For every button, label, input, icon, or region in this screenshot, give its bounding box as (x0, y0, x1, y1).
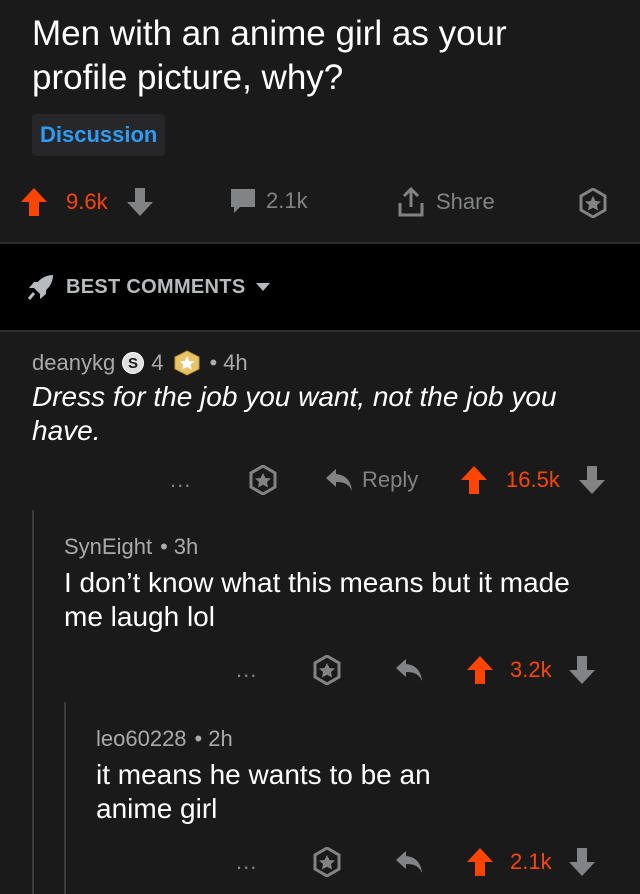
award-icon[interactable] (312, 847, 342, 877)
share-label: Share (436, 189, 495, 214)
upvote-arrow-icon[interactable] (466, 846, 494, 878)
post-action-bar: 9.6k 2.1k Share (0, 180, 640, 228)
comment-time: 3h (173, 534, 199, 559)
divider (0, 330, 640, 332)
comment-actions: ... 2.1k (0, 842, 640, 882)
post-comment-count: 2.1k (266, 188, 308, 213)
comment-sort-bar[interactable]: BEST COMMENTS (0, 244, 640, 330)
comment-text: Dress for the job you want, not the job … (32, 381, 557, 446)
post-vote-group: 9.6k (20, 186, 154, 218)
award-icon[interactable] (312, 655, 342, 685)
award-icon[interactable] (248, 465, 278, 495)
reply-label: Reply (362, 467, 419, 492)
thread-line[interactable] (32, 510, 34, 894)
comment-meta: leo60228 • 2h (96, 726, 233, 752)
award-icon (579, 188, 607, 218)
post-comments-button[interactable]: 2.1k (228, 186, 308, 216)
svg-text:S: S (128, 355, 138, 372)
more-options-icon[interactable]: ... (236, 657, 257, 683)
share-icon (398, 186, 424, 217)
more-options-icon[interactable]: ... (170, 467, 191, 493)
upvote-arrow-icon[interactable] (466, 654, 494, 686)
caret-down-icon (256, 283, 271, 291)
comment-score: 3.2k (510, 657, 552, 682)
comment-actions: ... 3.2k (0, 650, 640, 690)
comment-time: 2h (208, 726, 233, 751)
comment-time: 4h (223, 350, 248, 375)
comment-meta: SynEight • 3h (64, 534, 199, 560)
comment-text: I don’t know what this means but it made… (64, 567, 570, 632)
share-button[interactable]: Share (396, 186, 495, 218)
post-title: Men with an anime girl as your profile p… (32, 14, 507, 97)
reply-arrow-icon[interactable] (394, 849, 424, 875)
gold-award-icon (174, 350, 200, 376)
post-upvote-count: 9.6k (66, 189, 108, 214)
silver-award-icon: S (122, 352, 145, 374)
rocket-icon (27, 275, 53, 300)
reply-arrow-icon[interactable] (394, 657, 424, 683)
comment-reply: SynEight • 3h I don’t know what this mea… (64, 534, 604, 634)
downvote-arrow-icon[interactable] (126, 186, 154, 218)
comment-score: 2.1k (510, 849, 552, 874)
comment-author[interactable]: SynEight (64, 534, 152, 560)
downvote-arrow-icon[interactable] (568, 654, 596, 686)
comment-author[interactable]: deanykg (32, 350, 115, 376)
upvote-arrow-icon[interactable] (460, 464, 488, 496)
upvote-arrow-icon[interactable] (20, 186, 48, 218)
sort-label: BEST COMMENTS (66, 275, 246, 298)
post-flair[interactable]: Discussion (32, 114, 166, 156)
reply-button[interactable]: Reply (324, 460, 418, 500)
comment: deanykg S 4 • 4h Dress for the job you w… (32, 350, 612, 448)
award-count: 4 (151, 350, 164, 375)
comment-score: 16.5k (506, 467, 560, 492)
reply-arrow-icon (326, 469, 352, 491)
post-award-button[interactable] (578, 188, 608, 218)
downvote-arrow-icon[interactable] (568, 846, 596, 878)
more-options-icon[interactable]: ... (236, 849, 257, 875)
comment-text: it means he wants to be an anime girl (96, 759, 431, 824)
comment-actions: ... Reply 16.5k (0, 460, 640, 500)
comment-author[interactable]: leo60228 (96, 726, 187, 752)
downvote-arrow-icon[interactable] (578, 464, 606, 496)
comment-bubble-icon (231, 189, 255, 213)
comment-reply: leo60228 • 2h it means he wants to be an… (96, 726, 606, 826)
comment-meta: deanykg S 4 • 4h (32, 350, 248, 376)
